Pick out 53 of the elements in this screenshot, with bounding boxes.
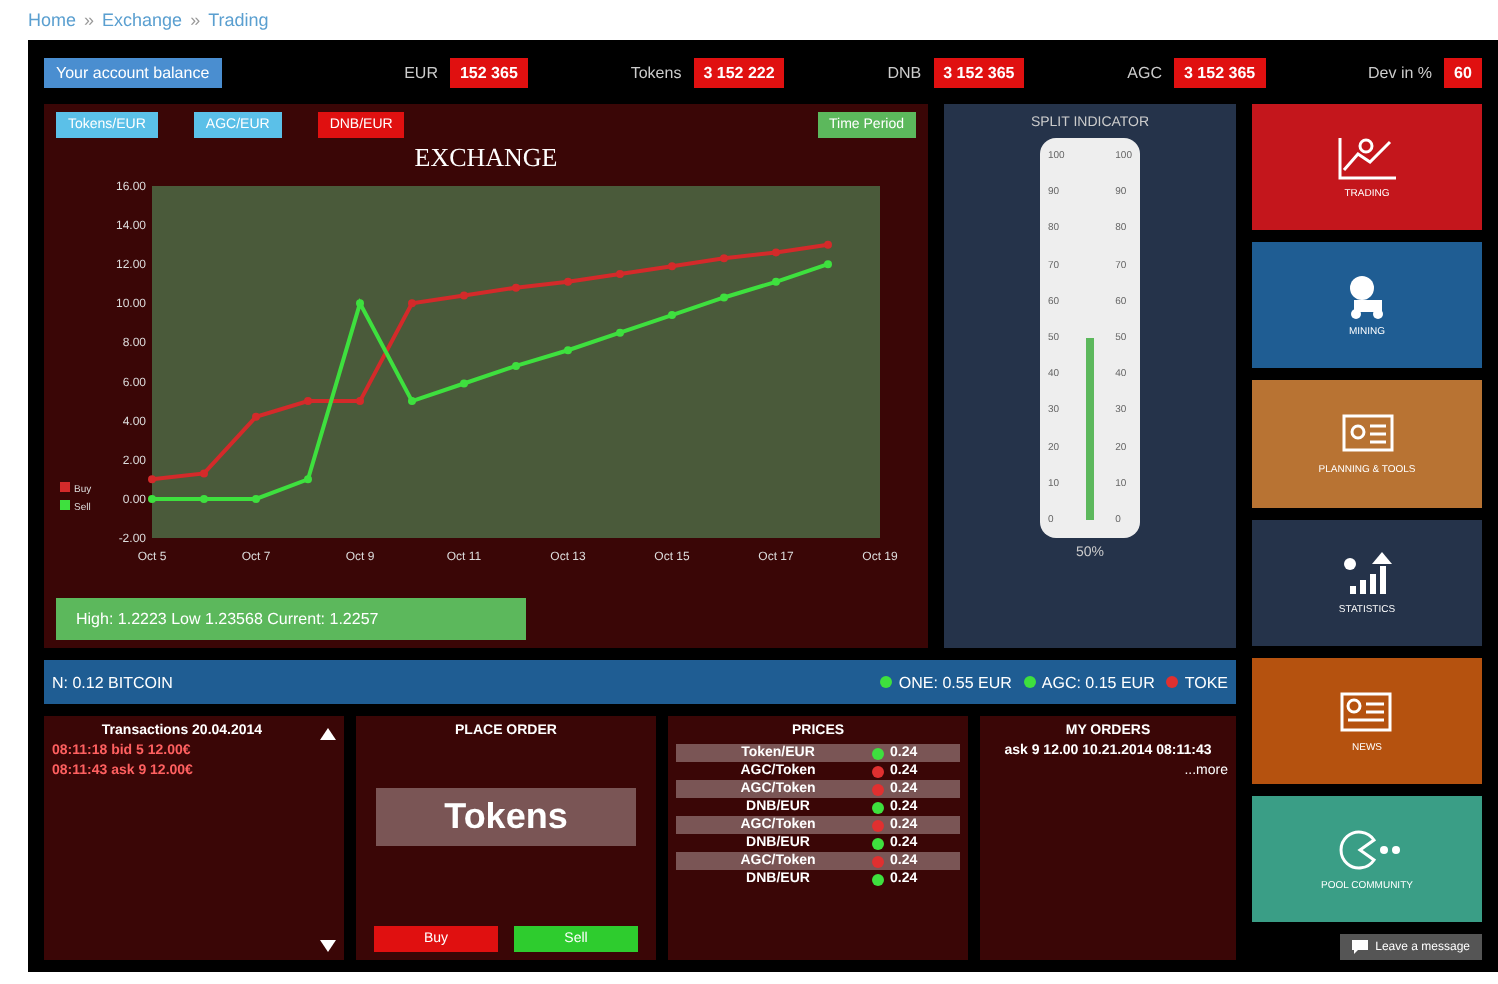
chart-arrow-icon xyxy=(1333,134,1401,183)
point xyxy=(824,260,832,269)
point xyxy=(668,262,676,271)
currency-name: Dev in % xyxy=(1368,63,1433,81)
point xyxy=(616,328,624,337)
point xyxy=(512,283,520,292)
ticker-text: ONE: 0.55 EUR xyxy=(898,673,1012,691)
chart-title: EXCHANGE xyxy=(414,142,558,174)
point xyxy=(252,412,260,421)
balance-value: 152 365 xyxy=(449,57,528,87)
point xyxy=(564,277,572,286)
asset-name: Tokens xyxy=(376,788,636,846)
breadcrumb-link[interactable]: Home xyxy=(28,10,77,30)
chat-icon xyxy=(1351,940,1368,955)
point xyxy=(304,475,312,484)
point xyxy=(304,397,312,406)
point xyxy=(772,277,780,286)
currency-name: AGC xyxy=(1127,63,1162,81)
balance-value: 3 152 365 xyxy=(1174,57,1266,87)
point xyxy=(460,379,468,388)
point xyxy=(148,494,156,503)
point xyxy=(720,293,728,302)
point xyxy=(772,248,780,257)
point xyxy=(408,397,416,406)
currency-name: Tokens xyxy=(630,63,682,81)
breadcrumb-separator: » xyxy=(190,10,201,30)
point xyxy=(668,311,676,320)
balance-value: 3 152 365 xyxy=(933,57,1025,87)
balance-value: 60 xyxy=(1444,57,1482,87)
currency-name: EUR xyxy=(404,63,438,81)
scroll-down-icon[interactable] xyxy=(320,940,336,952)
point xyxy=(512,361,520,370)
currency-name: DNB xyxy=(887,63,922,81)
point xyxy=(824,240,832,249)
breadcrumb-link[interactable]: Exchange xyxy=(102,10,183,30)
breadcrumb-separator: » xyxy=(84,10,95,30)
point xyxy=(200,469,208,478)
point xyxy=(356,397,364,406)
ticker-text: TOKE xyxy=(1184,673,1228,691)
point xyxy=(564,346,572,355)
balance-label: Your account balance xyxy=(44,57,222,87)
price-stats: High: 1.2223 Low 1.23568 Current: 1.2257 xyxy=(56,598,526,640)
ticker-text: AGC: 0.15 EUR xyxy=(1041,673,1155,691)
point xyxy=(148,475,156,484)
point xyxy=(252,494,260,503)
breadcrumb-link[interactable]: Trading xyxy=(208,10,269,30)
point xyxy=(408,299,416,308)
point xyxy=(720,254,728,263)
point xyxy=(460,291,468,300)
balance-value: 3 152 222 xyxy=(693,57,785,87)
scroll-up-icon[interactable] xyxy=(320,728,336,740)
point xyxy=(616,270,624,278)
ticker-text: N: 0.12 BITCOIN xyxy=(52,673,173,691)
